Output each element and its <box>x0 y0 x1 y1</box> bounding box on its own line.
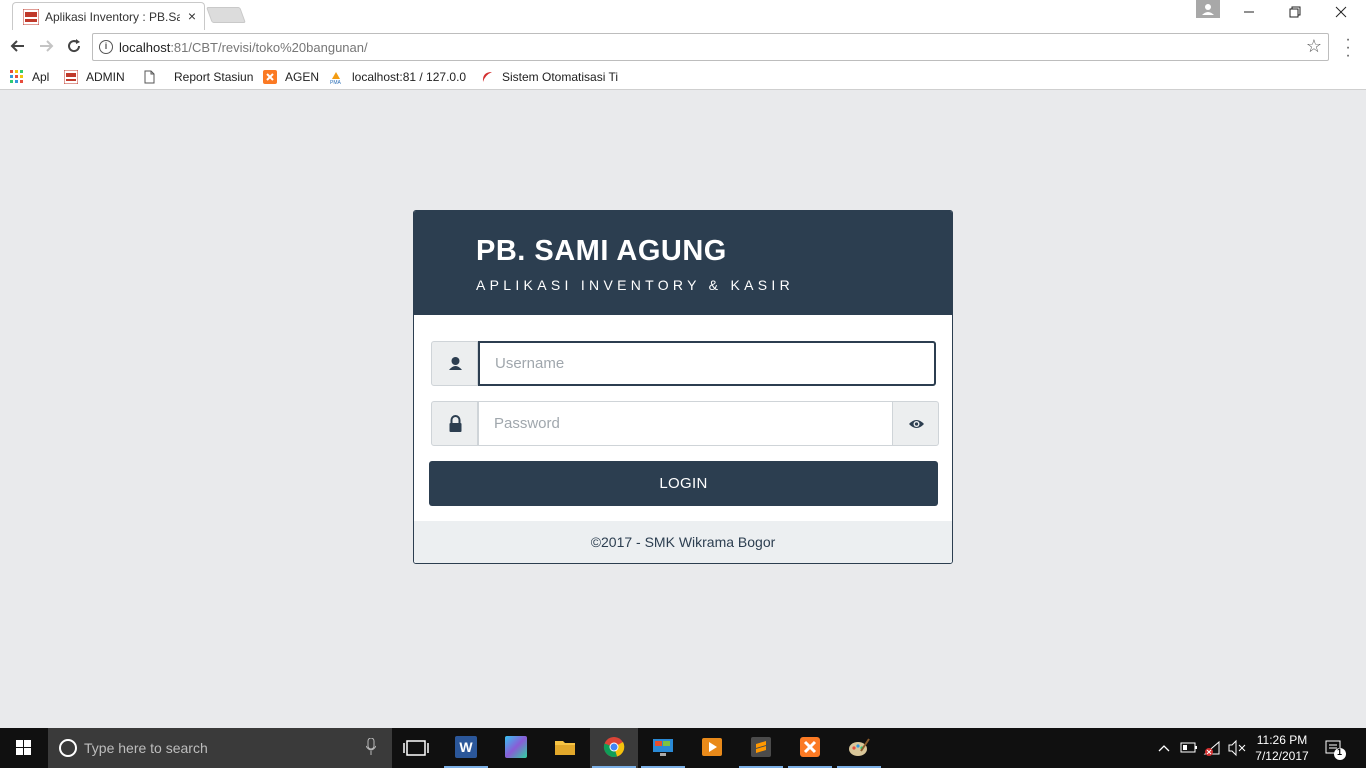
media-player-icon[interactable] <box>688 728 736 768</box>
bookmark-apps[interactable]: Apl <box>10 68 49 86</box>
url-text: localhost:81/CBT/revisi/toko%20bangunan/ <box>119 40 368 55</box>
microphone-icon[interactable] <box>366 738 376 756</box>
clock-date: 7/12/2017 <box>1255 749 1309 763</box>
username-input[interactable] <box>478 341 936 386</box>
site-favicon-icon <box>23 9 39 25</box>
bookmark-label: ADMIN <box>86 70 125 84</box>
apps-grid-icon <box>10 70 23 83</box>
bookmark-label: Report Stasiun <box>174 70 254 84</box>
tab-close-icon[interactable]: × <box>188 8 196 24</box>
login-footer: ©2017 - SMK Wikrama Bogor <box>414 521 952 563</box>
profile-icon[interactable] <box>1196 0 1220 18</box>
document-icon <box>144 70 155 84</box>
bookmark-label: localhost:81 / 127.0.0 <box>352 70 467 84</box>
user-icon <box>431 341 478 386</box>
phpmyadmin-icon: PMA <box>330 72 342 84</box>
close-window-icon[interactable] <box>1318 2 1364 26</box>
file-explorer-icon[interactable] <box>541 728 589 768</box>
clock-time: 11:26 PM <box>1256 733 1308 747</box>
browser-menu-icon[interactable]: · · · <box>1340 32 1356 64</box>
bookmark-label: Sistem Otomatisasi Ti <box>502 70 619 84</box>
address-bar[interactable]: i localhost:81/CBT/revisi/toko%20banguna… <box>92 33 1329 61</box>
new-tab-button[interactable] <box>206 7 246 23</box>
windows-taskbar: Type here to search W 11:26 PM 7/12/2017… <box>0 728 1366 768</box>
bookmark-localhost[interactable]: PMA localhost:81 / 127.0.0 <box>330 68 466 86</box>
bookmark-label: AGEN <box>285 70 320 84</box>
restore-icon[interactable] <box>1272 2 1318 26</box>
lock-icon <box>431 401 478 446</box>
login-button[interactable]: LOGIN <box>429 461 938 506</box>
password-group <box>431 401 939 446</box>
bookmark-report-stasiun[interactable]: Report Stasiun <box>142 68 253 86</box>
site-favicon-icon <box>64 70 78 84</box>
show-password-eye-icon[interactable] <box>892 401 939 446</box>
cortana-icon <box>59 739 77 757</box>
bookmark-agen[interactable]: AGEN <box>263 68 319 86</box>
sublime-text-icon[interactable] <box>737 728 785 768</box>
password-input[interactable] <box>478 401 893 446</box>
xampp-app-icon[interactable] <box>786 728 834 768</box>
minimize-icon[interactable] <box>1226 2 1272 26</box>
network-disconnected-icon[interactable] <box>1203 728 1221 768</box>
xampp-icon <box>263 70 277 84</box>
red-swoosh-icon <box>482 72 492 82</box>
show-hidden-icons-icon[interactable] <box>1156 728 1172 768</box>
brand-title: PB. SAMI AGUNG <box>476 235 727 267</box>
bookmarks-bar: Apl ADMIN Report Stasiun AGEN PMA localh… <box>0 64 1366 90</box>
chrome-icon[interactable] <box>590 728 638 768</box>
paint-app-icon[interactable] <box>835 728 883 768</box>
volume-muted-icon[interactable] <box>1227 728 1247 768</box>
username-group <box>431 341 936 386</box>
tab-title: Aplikasi Inventory : PB.Sami Agung <box>45 10 180 24</box>
taskbar-search[interactable]: Type here to search <box>48 728 392 768</box>
remote-desktop-icon[interactable] <box>639 728 687 768</box>
reload-icon[interactable] <box>62 36 86 60</box>
battery-icon[interactable] <box>1180 728 1198 768</box>
svg-text:PMA: PMA <box>330 80 342 84</box>
back-icon[interactable] <box>6 36 30 60</box>
action-center-icon[interactable]: 1 <box>1322 728 1350 768</box>
login-header: PB. SAMI AGUNG APLIKASI INVENTORY & KASI… <box>414 211 952 315</box>
brand-subtitle: APLIKASI INVENTORY & KASIR <box>476 277 794 293</box>
forward-icon[interactable] <box>34 36 58 60</box>
login-card: PB. SAMI AGUNG APLIKASI INVENTORY & KASI… <box>413 210 953 564</box>
browser-tab[interactable]: Aplikasi Inventory : PB.Sami Agung × <box>12 2 205 30</box>
taskbar-search-placeholder: Type here to search <box>84 740 208 756</box>
color-cube-app-icon[interactable] <box>492 728 540 768</box>
browser-tabstrip: Aplikasi Inventory : PB.Sami Agung × <box>0 0 1366 30</box>
taskbar-clock[interactable]: 11:26 PM 7/12/2017 <box>1246 732 1318 764</box>
bookmark-star-icon[interactable]: ☆ <box>1306 36 1322 57</box>
site-info-icon[interactable]: i <box>99 40 113 54</box>
word-app-icon[interactable]: W <box>442 728 490 768</box>
bookmark-label: Apl <box>32 70 50 84</box>
notification-count: 1 <box>1337 747 1343 757</box>
bookmark-sistem-otomatisasi[interactable]: Sistem Otomatisasi Ti <box>480 68 618 86</box>
bookmark-admin[interactable]: ADMIN <box>64 68 125 86</box>
windows-start-icon[interactable] <box>0 728 48 768</box>
browser-toolbar: i localhost:81/CBT/revisi/toko%20banguna… <box>0 30 1366 64</box>
task-view-icon[interactable] <box>392 728 440 768</box>
